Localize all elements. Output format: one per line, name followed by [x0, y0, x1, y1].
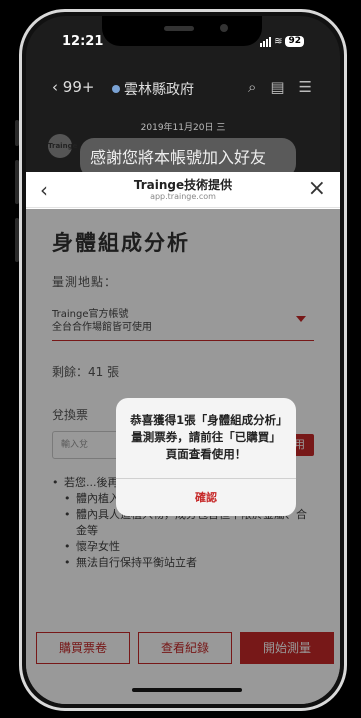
- webview-url: app.trainge.com: [150, 192, 216, 201]
- status-icons: ≋ 92: [260, 36, 304, 47]
- notes-icon[interactable]: ▤: [270, 78, 284, 96]
- search-icon[interactable]: ⌕: [248, 78, 256, 96]
- chat-header: ‹ 99+ 雲林縣政府 ⌕ ▤ ☰: [26, 74, 340, 104]
- signal-icon: [260, 36, 272, 47]
- confirm-button[interactable]: 確認: [116, 479, 296, 516]
- unread-count: 99+: [62, 78, 95, 96]
- back-button[interactable]: ‹ 99+: [52, 78, 94, 96]
- header-actions: ⌕ ▤ ☰: [248, 78, 312, 96]
- wifi-icon: ≋: [274, 36, 283, 47]
- alert-message: 恭喜獲得1張「身體組成分析」量測票券，請前往「已購買」頁面查看使用！: [130, 413, 282, 461]
- chat-title: 雲林縣政府: [112, 79, 194, 99]
- webview-header: ‹ Trainge技術提供 app.trainge.com ×: [26, 172, 340, 208]
- menu-icon[interactable]: ☰: [299, 78, 312, 96]
- avatar[interactable]: Trainge: [48, 134, 77, 158]
- notch: [102, 16, 262, 46]
- screen: 12:21 ≋ 92 ‹ 99+ 雲林縣政府 ⌕ ▤ ☰ 2019年11月20日…: [26, 16, 340, 704]
- chat-name: 雲林縣政府: [124, 82, 194, 98]
- camera: [220, 24, 228, 32]
- clock: 12:21: [62, 34, 104, 49]
- battery-icon: 92: [285, 36, 304, 47]
- official-badge-icon: [112, 85, 120, 93]
- speaker: [164, 26, 194, 31]
- success-alert-dialog: 恭喜獲得1張「身體組成分析」量測票券，請前往「已購買」頁面查看使用！ 確認: [116, 398, 296, 516]
- webview-title: Trainge技術提供: [133, 178, 233, 192]
- status-bar: 12:21 ≋ 92: [26, 16, 340, 64]
- chat-date: 2019年11月20日 三: [140, 123, 226, 133]
- phone-frame: 12:21 ≋ 92 ‹ 99+ 雲林縣政府 ⌕ ▤ ☰ 2019年11月20日…: [19, 9, 347, 711]
- close-icon[interactable]: ×: [308, 176, 326, 201]
